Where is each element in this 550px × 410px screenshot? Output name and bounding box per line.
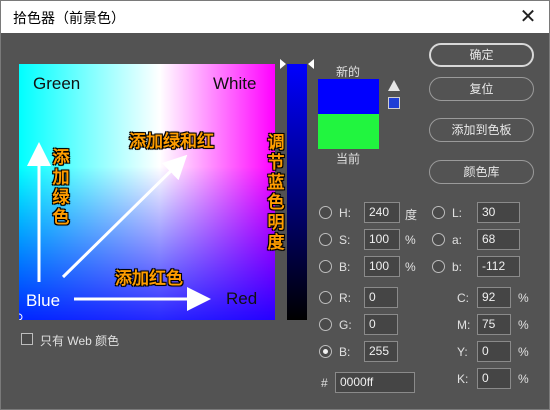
label-red: Red	[226, 289, 258, 308]
color-picker-dialog: 拾色器（前景色） ✕ Green White Blue Red 添加绿色 添加绿…	[0, 0, 550, 410]
current-color-swatch[interactable]	[318, 114, 379, 149]
label-white: White	[213, 74, 257, 93]
web-only-label: 只有 Web 颜色	[40, 334, 120, 348]
dialog-title: 拾色器（前景色）	[13, 10, 125, 26]
label-green: Green	[33, 74, 81, 93]
a-label: a:	[452, 233, 463, 247]
arrow-diagonal	[61, 154, 188, 279]
annotation-adjust-blue-brightness: 调节蓝色明度	[267, 133, 285, 252]
radio-hsb-b[interactable]	[319, 260, 332, 273]
reset-button[interactable]: 复位	[429, 77, 534, 101]
radio-rgb-g[interactable]	[319, 318, 332, 331]
current-color-label: 当前	[336, 152, 361, 166]
l-field[interactable]: 30	[477, 202, 520, 223]
annotation-add-red: 添加红色	[115, 269, 183, 288]
ok-button[interactable]: 确定	[429, 43, 534, 67]
radio-lab-a[interactable]	[432, 233, 445, 246]
add-to-swatches-button[interactable]: 添加到色板	[429, 118, 534, 142]
hsb-b-unit: %	[405, 260, 416, 274]
web-safe-color-swatch[interactable]	[388, 97, 400, 109]
radio-rgb-b[interactable]	[319, 345, 332, 358]
s-unit: %	[405, 233, 416, 247]
h-field[interactable]: 240	[364, 202, 400, 223]
radio-lab-b[interactable]	[432, 260, 445, 273]
m-field[interactable]: 75	[477, 314, 511, 335]
hex-label: #	[321, 376, 328, 390]
hsb-b-label: B:	[339, 260, 351, 274]
k-unit: %	[518, 372, 529, 386]
r-label: R:	[339, 291, 351, 305]
new-color-swatch	[318, 79, 379, 114]
slider-handle-left[interactable]	[280, 59, 286, 69]
c-label: C:	[457, 291, 469, 305]
s-label: S:	[339, 233, 351, 247]
annotation-add-green: 添加绿色	[52, 148, 70, 227]
c-unit: %	[518, 291, 529, 305]
radio-rgb-r[interactable]	[319, 291, 332, 304]
hsb-b-field[interactable]: 100	[364, 256, 400, 277]
y-label: Y:	[457, 345, 468, 359]
y-unit: %	[518, 345, 529, 359]
s-field[interactable]: 100	[364, 229, 400, 250]
y-field[interactable]: 0	[477, 341, 511, 362]
radio-hsb-h[interactable]	[319, 206, 332, 219]
hue-slider[interactable]	[287, 64, 307, 320]
title-bar: 拾色器（前景色） ✕	[1, 1, 549, 33]
new-color-label: 新的	[336, 65, 361, 79]
c-field[interactable]: 92	[477, 287, 511, 308]
a-field[interactable]: 68	[477, 229, 520, 250]
hex-field[interactable]: 0000ff	[335, 372, 415, 393]
color-libraries-button[interactable]: 颜色库	[429, 160, 534, 184]
rgb-b-field[interactable]: 255	[364, 341, 398, 362]
radio-lab-l[interactable]	[432, 206, 445, 219]
lab-b-field[interactable]: -112	[477, 256, 520, 277]
radio-hsb-s[interactable]	[319, 233, 332, 246]
m-unit: %	[518, 318, 529, 332]
k-field[interactable]: 0	[477, 368, 511, 389]
m-label: M:	[457, 318, 471, 332]
h-label: H:	[339, 206, 351, 220]
slider-handle-right[interactable]	[308, 59, 314, 69]
h-unit: 度	[405, 208, 418, 222]
label-blue: Blue	[26, 291, 61, 310]
field-cursor	[19, 313, 23, 320]
color-field[interactable]: Green White Blue Red 添加绿色 添加绿和红 添加红色	[19, 64, 275, 320]
r-field[interactable]: 0	[364, 287, 398, 308]
lab-b-label: b:	[452, 260, 463, 274]
l-label: L:	[452, 206, 463, 220]
web-only-checkbox[interactable]	[21, 333, 33, 345]
annotation-add-green-red: 添加绿和红	[129, 132, 214, 151]
g-label: G:	[339, 318, 352, 332]
k-label: K:	[457, 372, 469, 386]
close-icon[interactable]: ✕	[515, 5, 541, 29]
g-field[interactable]: 0	[364, 314, 398, 335]
rgb-b-label: B:	[339, 345, 351, 359]
gamut-warning-icon[interactable]	[388, 80, 400, 91]
